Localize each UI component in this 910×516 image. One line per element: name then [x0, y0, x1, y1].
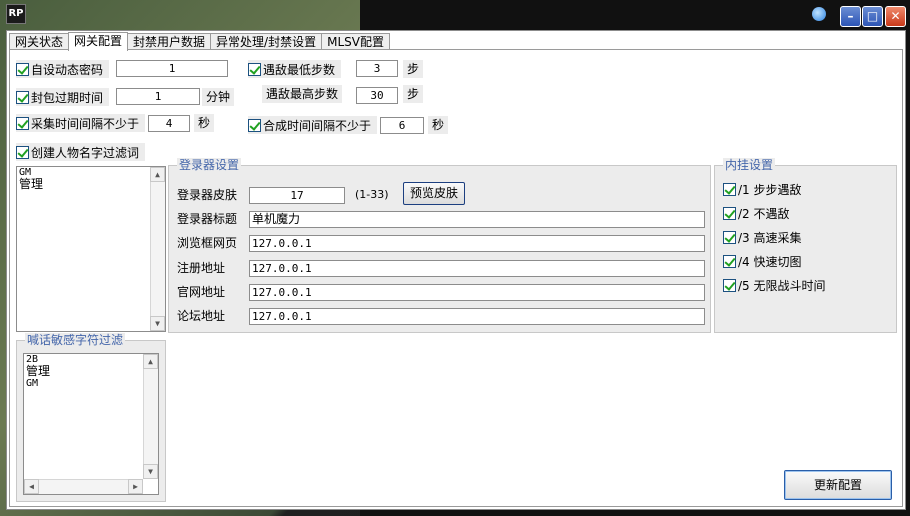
- check-icon: [723, 278, 736, 292]
- dynamic-password-checkbox[interactable]: 自设动态密码: [16, 60, 110, 78]
- arrow-down-icon[interactable]: ▼: [150, 316, 165, 331]
- compose-interval-label: 合成时间间隔不少于: [263, 118, 372, 133]
- min-steps-label: 遇敌最低步数: [263, 62, 336, 77]
- plugin-checkbox-4[interactable]: /4 快速切图: [723, 252, 808, 270]
- plugin-checkbox-2[interactable]: /2 不遇敌: [723, 204, 796, 222]
- forum-url-input[interactable]: 127.0.0.1: [249, 308, 705, 325]
- check-icon: [723, 230, 736, 244]
- minimize-icon: –: [847, 9, 854, 23]
- close-icon: ✕: [890, 9, 901, 23]
- min-steps-unit: 步: [403, 60, 424, 78]
- launcher-title-input[interactable]: 单机魔力: [249, 211, 705, 228]
- packet-expire-label: 封包过期时间: [31, 90, 104, 105]
- preview-skin-button[interactable]: 预览皮肤: [403, 182, 465, 205]
- chat-filter-vscrollbar[interactable]: ▲ ▼: [143, 354, 158, 479]
- chat-filter-hscrollbar[interactable]: ◀ ▶: [24, 479, 143, 494]
- name-filter-list[interactable]: GM 管理 ▲ ▼: [16, 166, 166, 332]
- app-logo-icon: RP: [6, 4, 26, 24]
- gather-interval-input[interactable]: 4: [148, 115, 190, 132]
- check-icon: [723, 254, 736, 268]
- max-steps-input[interactable]: 30: [356, 87, 398, 104]
- chat-filter-group: 喊话敏感字符过滤 2B 管理 GM ▲ ▼ ◀ ▶: [16, 333, 166, 502]
- chat-filter-list[interactable]: 2B 管理 GM ▲ ▼ ◀ ▶: [23, 353, 159, 495]
- min-steps-checkbox[interactable]: 遇敌最低步数: [248, 60, 342, 78]
- name-filter-label: 创建人物名字过滤词: [31, 145, 140, 160]
- arrow-left-icon[interactable]: ◀: [24, 479, 39, 494]
- register-url-input[interactable]: 127.0.0.1: [249, 260, 705, 277]
- arrow-right-icon[interactable]: ▶: [128, 479, 143, 494]
- plugin-checkbox-3[interactable]: /3 高速采集: [723, 228, 808, 246]
- check-icon: [248, 62, 261, 76]
- arrow-up-icon[interactable]: ▲: [143, 354, 158, 369]
- max-steps-unit: 步: [403, 85, 424, 103]
- update-config-button[interactable]: 更新配置: [784, 470, 892, 500]
- compose-interval-input[interactable]: 6: [380, 117, 424, 134]
- packet-expire-unit: 分钟: [202, 88, 235, 106]
- tab-bar: 网关状态 网关配置 封禁用户数据 异常处理/封禁设置 MLSV配置: [9, 32, 390, 51]
- check-icon: [723, 206, 736, 220]
- close-button[interactable]: ✕: [885, 6, 906, 27]
- plugin-checkbox-1[interactable]: /1 步步遇敌: [723, 180, 808, 198]
- check-icon: [16, 116, 29, 130]
- maximize-icon: □: [866, 9, 879, 23]
- plugin-label-2: /2 不遇敌: [738, 206, 790, 221]
- arrow-down-icon[interactable]: ▼: [143, 464, 158, 479]
- gather-interval-unit: 秒: [194, 114, 215, 132]
- skin-range: (1-33): [355, 188, 389, 201]
- title-bar: RP – □ ✕: [0, 0, 910, 30]
- tab-mlsv-config[interactable]: MLSV配置: [321, 33, 390, 50]
- compose-interval-unit: 秒: [428, 116, 449, 134]
- launcher-title-label: 登录器标题: [177, 212, 238, 226]
- config-window: 网关状态 网关配置 封禁用户数据 异常处理/封禁设置 MLSV配置 自设动态密码…: [6, 30, 906, 510]
- tab-gateway-config[interactable]: 网关配置: [68, 32, 129, 51]
- gateway-config-panel: 自设动态密码 1 遇敌最低步数 3 步 封包过期时间 1 分钟 遇敌最高步数 3…: [9, 49, 903, 507]
- tray-gem-icon: [812, 7, 826, 21]
- skin-input[interactable]: 17: [249, 187, 345, 204]
- skin-label: 登录器皮肤: [177, 188, 238, 202]
- launcher-settings-group: 登录器设置 登录器皮肤 17 (1-33) 预览皮肤 登录器标题 单机魔力 浏览…: [168, 158, 711, 333]
- plugin-settings-title: 内挂设置: [723, 158, 776, 172]
- check-icon: [248, 118, 261, 132]
- chat-filter-title: 喊话敏感字符过滤: [25, 333, 126, 347]
- website-url-label: 官网地址: [177, 285, 226, 299]
- gather-interval-label: 采集时间间隔不少于: [31, 116, 140, 131]
- list-item[interactable]: 管理: [17, 178, 165, 191]
- check-icon: [16, 90, 29, 104]
- name-filter-checkbox[interactable]: 创建人物名字过滤词: [16, 143, 146, 161]
- plugin-checkbox-5[interactable]: /5 无限战斗时间: [723, 276, 832, 294]
- website-url-input[interactable]: 127.0.0.1: [249, 284, 705, 301]
- plugin-label-4: /4 快速切图: [738, 254, 802, 269]
- plugin-settings-group: 内挂设置 /1 步步遇敌 /2 不遇敌 /3 高速采集 /4 快速切图 /5 无…: [714, 158, 897, 333]
- register-url-label: 注册地址: [177, 261, 226, 275]
- min-steps-input[interactable]: 3: [356, 60, 398, 77]
- plugin-label-5: /5 无限战斗时间: [738, 278, 826, 293]
- list-item[interactable]: GM: [24, 378, 158, 389]
- plugin-label-3: /3 高速采集: [738, 230, 802, 245]
- max-steps-label: 遇敌最高步数: [262, 85, 343, 103]
- dynamic-password-label: 自设动态密码: [31, 62, 104, 77]
- check-icon: [16, 62, 29, 76]
- dynamic-password-input[interactable]: 1: [116, 60, 228, 77]
- name-filter-scrollbar[interactable]: ▲ ▼: [150, 167, 165, 331]
- compose-interval-checkbox[interactable]: 合成时间间隔不少于: [248, 116, 378, 134]
- packet-expire-input[interactable]: 1: [116, 88, 200, 105]
- arrow-up-icon[interactable]: ▲: [150, 167, 165, 182]
- forum-url-label: 论坛地址: [177, 309, 226, 323]
- minimize-button[interactable]: –: [840, 6, 861, 27]
- tab-banned-users[interactable]: 封禁用户数据: [127, 33, 212, 50]
- launcher-settings-title: 登录器设置: [177, 158, 242, 172]
- packet-expire-checkbox[interactable]: 封包过期时间: [16, 88, 110, 106]
- browser-page-input[interactable]: 127.0.0.1: [249, 235, 705, 252]
- gather-interval-checkbox[interactable]: 采集时间间隔不少于: [16, 114, 146, 132]
- maximize-button[interactable]: □: [862, 6, 883, 27]
- list-item[interactable]: 管理: [24, 365, 158, 378]
- tab-exception-ban-settings[interactable]: 异常处理/封禁设置: [210, 33, 323, 50]
- check-icon: [723, 182, 736, 196]
- plugin-label-1: /1 步步遇敌: [738, 182, 802, 197]
- tab-gateway-status[interactable]: 网关状态: [9, 33, 70, 50]
- browser-page-label: 浏览框网页: [177, 236, 238, 250]
- check-icon: [16, 145, 29, 159]
